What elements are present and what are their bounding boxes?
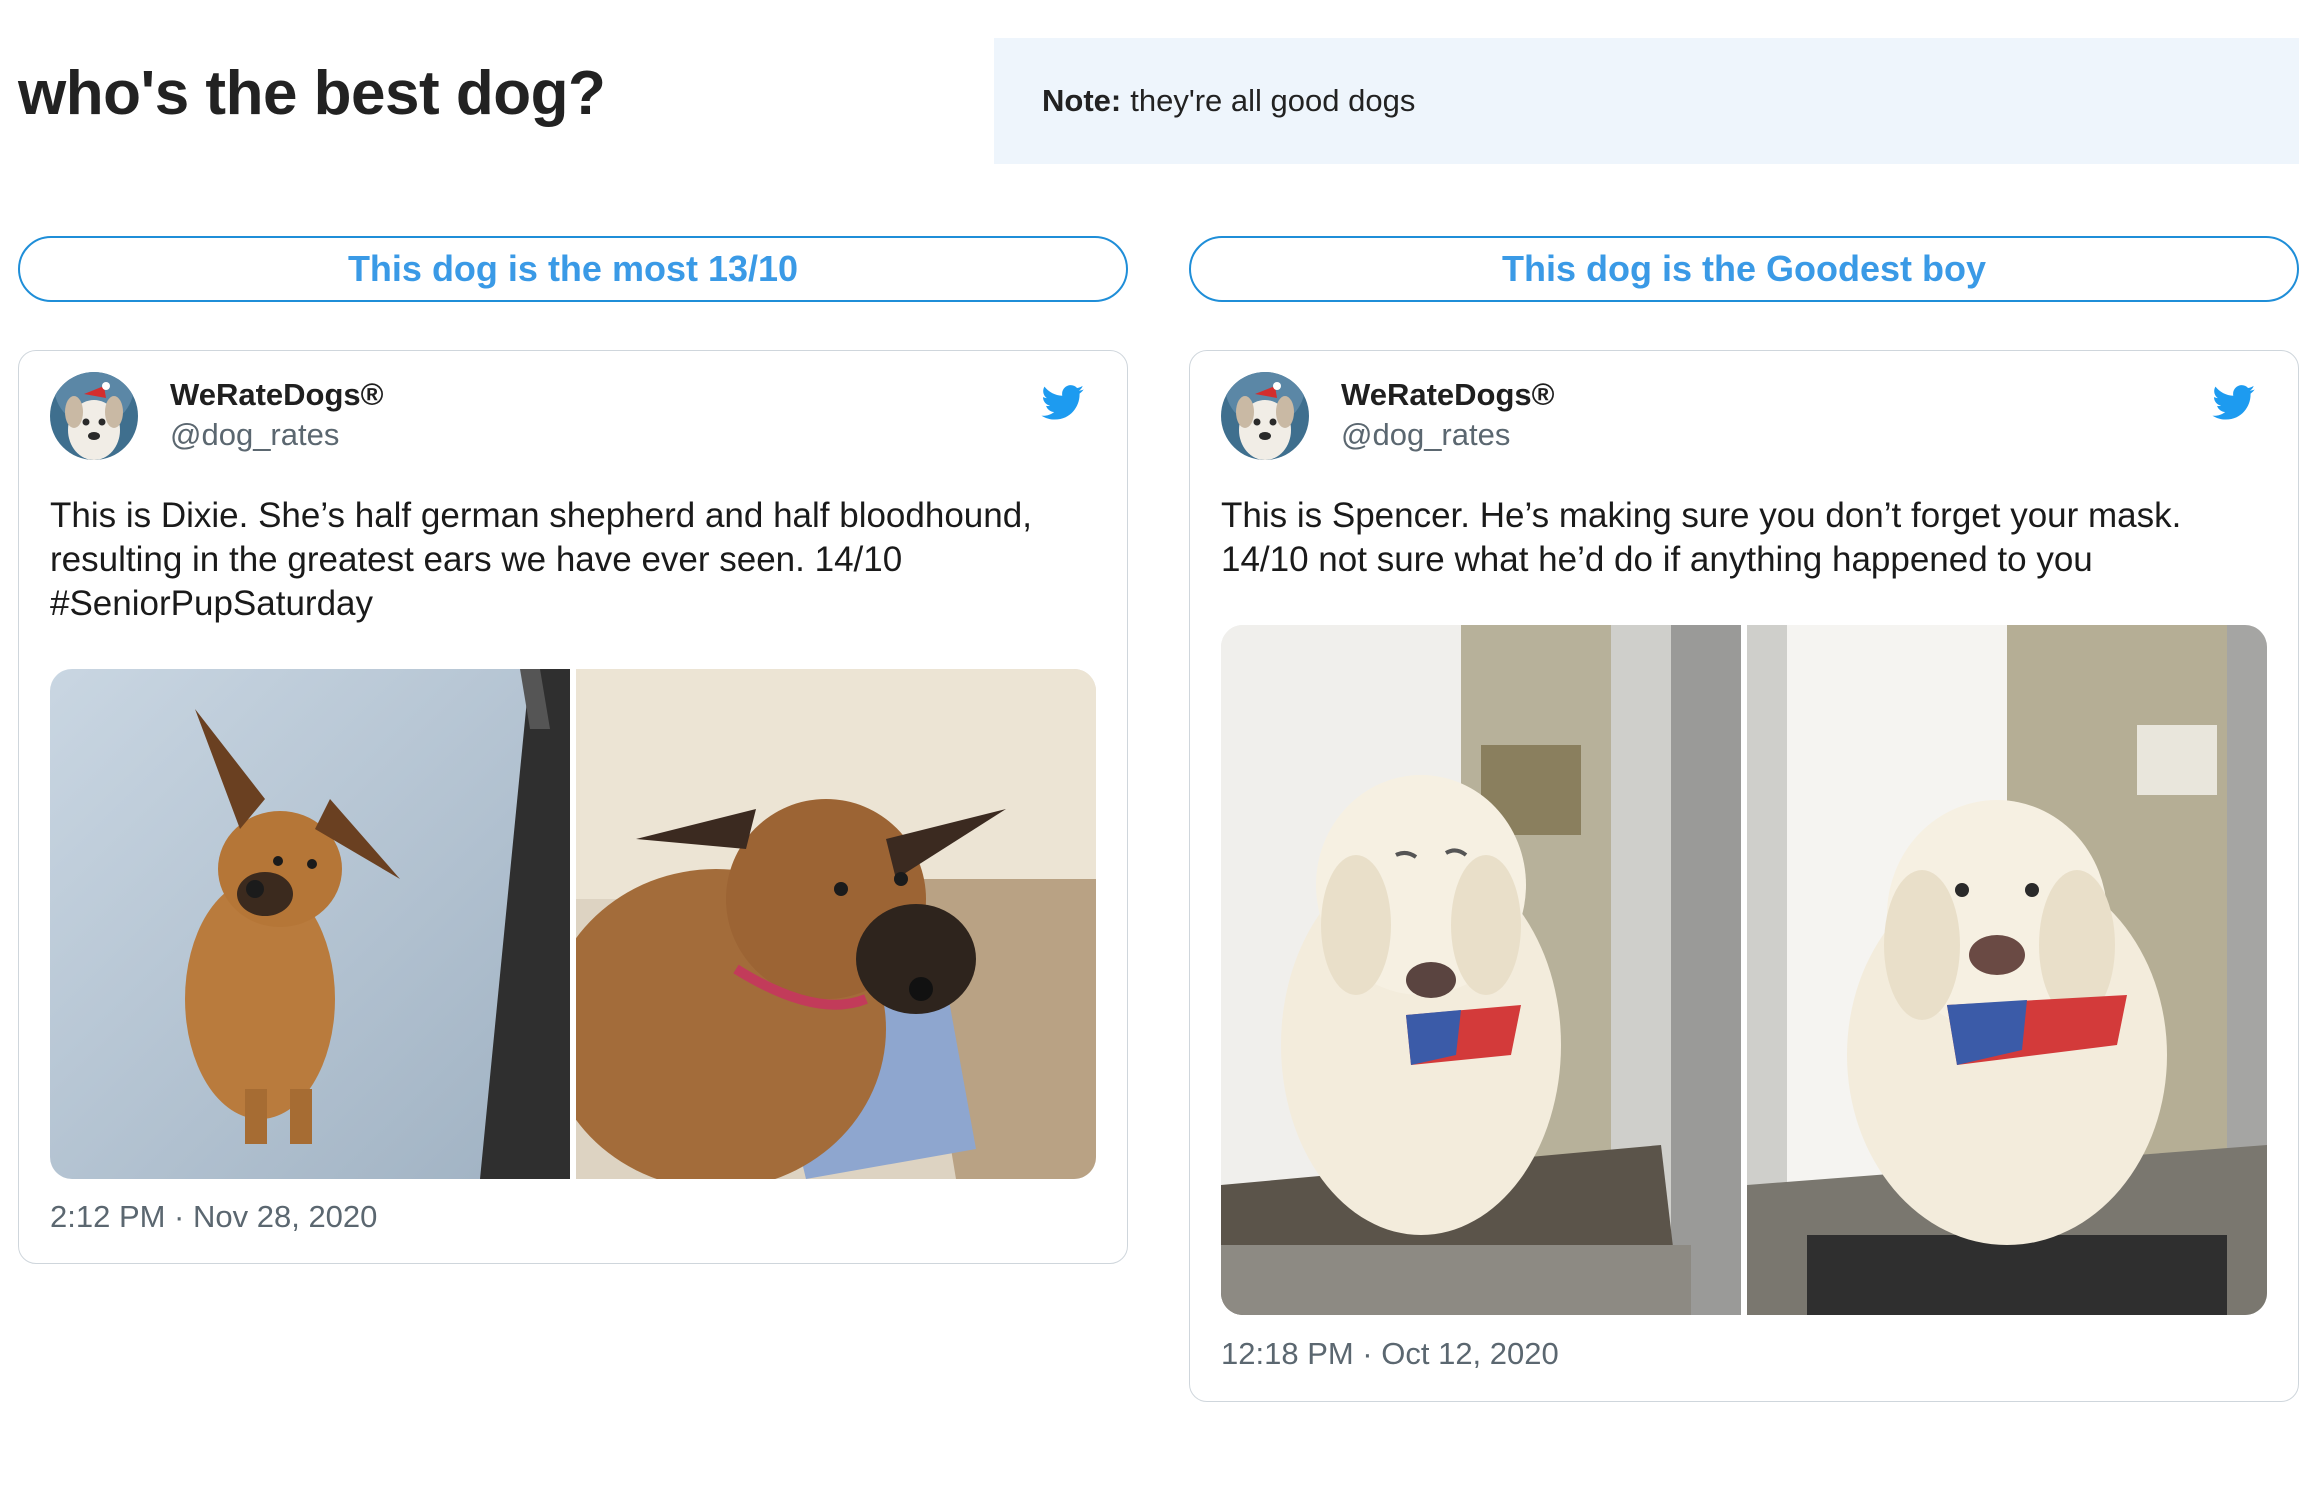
dog-photo[interactable] bbox=[1221, 625, 1741, 1315]
tweet-card-dixie[interactable]: WeRateDogs® @dog_rates This is Dixie. Sh… bbox=[18, 350, 1128, 1264]
handle[interactable]: @dog_rates bbox=[1341, 417, 1510, 453]
handle[interactable]: @dog_rates bbox=[170, 417, 339, 453]
note-banner: Note: they're all good dogs bbox=[994, 38, 2299, 164]
page-title: who's the best dog? bbox=[18, 59, 606, 128]
tweet-media[interactable] bbox=[1221, 625, 2267, 1315]
tweet-text: This is Spencer. He’s making sure you do… bbox=[1221, 496, 2182, 579]
tweet-card-spencer[interactable]: WeRateDogs® @dog_rates This is Spencer. … bbox=[1189, 350, 2299, 1402]
dog-photo[interactable] bbox=[1747, 625, 2267, 1315]
twitter-bird-icon[interactable] bbox=[2212, 385, 2256, 421]
display-name[interactable]: WeRateDogs® bbox=[170, 377, 383, 413]
tweet-timestamp[interactable]: 12:18 PM · Oct 12, 2020 bbox=[1221, 1336, 1559, 1372]
vote-button-spencer[interactable]: This dog is the Goodest boy bbox=[1189, 236, 2299, 302]
tweet-media[interactable] bbox=[50, 669, 1096, 1179]
tweet-text: This is Dixie. She’s half german shepher… bbox=[50, 496, 1032, 623]
display-name[interactable]: WeRateDogs® bbox=[1341, 377, 1554, 413]
dog-photo[interactable] bbox=[50, 669, 570, 1179]
vote-button-dixie[interactable]: This dog is the most 13/10 bbox=[18, 236, 1128, 302]
note-label: Note: bbox=[1042, 83, 1122, 118]
note-text: they're all good dogs bbox=[1130, 83, 1416, 118]
avatar[interactable] bbox=[1221, 372, 1309, 460]
dog-photo[interactable] bbox=[576, 669, 1096, 1179]
tweet-timestamp[interactable]: 2:12 PM · Nov 28, 2020 bbox=[50, 1199, 377, 1235]
twitter-bird-icon[interactable] bbox=[1041, 385, 1085, 421]
avatar[interactable] bbox=[50, 372, 138, 460]
